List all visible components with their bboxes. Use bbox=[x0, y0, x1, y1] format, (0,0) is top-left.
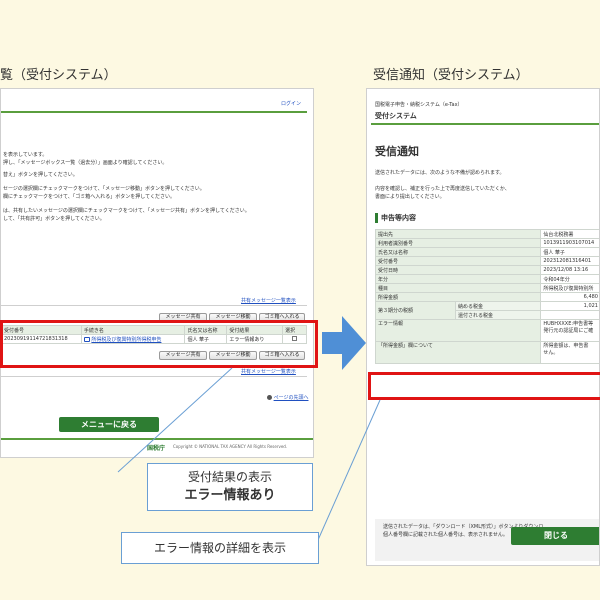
result-leader-line bbox=[117, 367, 233, 473]
result-callout-line2: エラー情報あり bbox=[184, 488, 276, 503]
result-callout: 受付結果の表示 エラー情報あり bbox=[147, 463, 313, 511]
detail-leader-line bbox=[317, 399, 381, 541]
detail-callout: エラー情報の詳細を表示 bbox=[121, 532, 319, 564]
result-callout-line1: 受付結果の表示 bbox=[187, 470, 272, 484]
